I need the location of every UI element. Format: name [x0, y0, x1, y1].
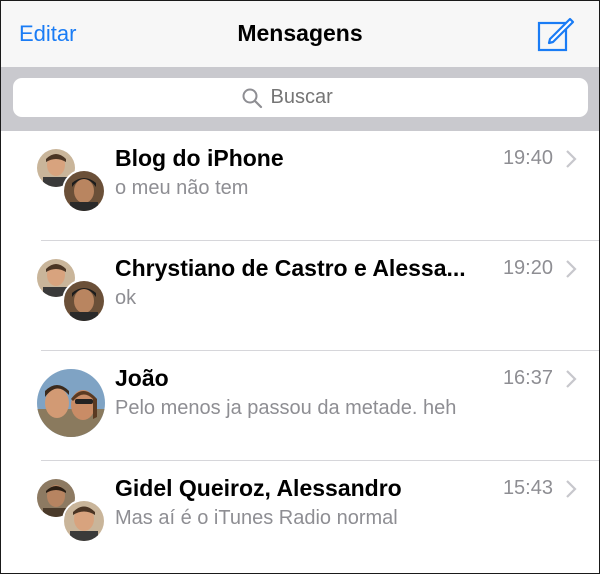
search-bar-container [1, 67, 599, 131]
search-field[interactable] [13, 78, 588, 117]
timestamp: 16:37 [502, 367, 553, 389]
conversation-row[interactable]: Gidel Queiroz, Alessandro Mas aí é o iTu… [1, 461, 599, 571]
compose-icon[interactable] [536, 15, 576, 53]
conversation-row[interactable]: João Pelo menos ja passou da metade. heh… [1, 351, 599, 461]
avatar [37, 369, 105, 437]
conversation-name: Gidel Queiroz, Alessandro [115, 475, 402, 501]
avatar [62, 499, 106, 543]
message-preview: ok [115, 287, 137, 309]
message-preview: Mas aí é o iTunes Radio normal [115, 507, 398, 529]
chevron-right-icon [566, 480, 577, 498]
message-preview: Pelo menos ja passou da metade. heh [115, 397, 457, 419]
chevron-right-icon [566, 150, 577, 168]
single-avatar [37, 369, 105, 437]
conversation-list: Blog do iPhone o meu não tem 19:40 Chrys… [1, 131, 599, 571]
message-preview: o meu não tem [115, 177, 249, 199]
search-input[interactable] [270, 86, 361, 109]
page-title: Mensagens [237, 20, 363, 46]
conversation-name: Chrystiano de Castro e Alessa... [115, 255, 466, 281]
avatar [62, 279, 106, 323]
messages-screen: Editar Mensagens Blog do [0, 0, 600, 574]
timestamp: 15:43 [502, 477, 553, 499]
group-avatar [37, 259, 106, 327]
timestamp: 19:40 [502, 147, 553, 169]
conversation-row[interactable]: Blog do iPhone o meu não tem 19:40 [1, 131, 599, 241]
avatar [62, 169, 106, 213]
group-avatar [37, 479, 106, 547]
chevron-right-icon [566, 370, 577, 388]
timestamp: 19:20 [502, 257, 553, 279]
navigation-bar: Editar Mensagens [1, 1, 599, 67]
chevron-right-icon [566, 260, 577, 278]
group-avatar [37, 149, 106, 217]
conversation-name: Blog do iPhone [115, 145, 284, 171]
search-icon [242, 88, 262, 108]
conversation-row[interactable]: Chrystiano de Castro e Alessa... ok 19:2… [1, 241, 599, 351]
conversation-name: João [115, 365, 169, 391]
